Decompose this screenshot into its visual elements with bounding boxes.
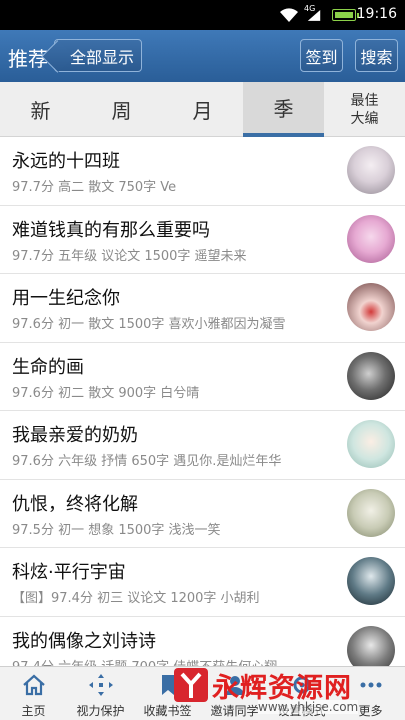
battery-icon xyxy=(332,9,359,21)
nav-bookmarks[interactable]: 收藏书签 xyxy=(134,667,201,720)
article-meta: 97.5分 初一 想象 1500字 浅浅一笑 xyxy=(12,522,221,538)
nav-label: 主页 xyxy=(21,704,46,718)
tab-month[interactable]: 月 xyxy=(162,82,243,137)
wifi-icon xyxy=(280,8,298,22)
status-bar: 4G 19:16 xyxy=(0,0,405,30)
article-title: 难道钱真的有那么重要吗 xyxy=(12,219,210,241)
avatar xyxy=(347,420,395,468)
article-title: 我最亲爱的奶奶 xyxy=(12,425,138,446)
nav-label: 更多 xyxy=(358,704,383,718)
nav-home[interactable]: 主页 xyxy=(0,667,67,720)
list-item[interactable]: 科炫·平行宇宙 【图】97.4分 初三 议论文 1200字 小胡利 xyxy=(0,548,405,617)
nav-label: 视力保护 xyxy=(76,704,125,718)
show-all-label: 全部显示 xyxy=(70,47,135,67)
nav-label: 设置模式 xyxy=(277,704,326,718)
eye-protect-icon xyxy=(88,674,113,696)
article-meta: 97.6分 初二 散文 900字 白兮晴 xyxy=(12,385,200,401)
home-icon xyxy=(22,674,45,696)
avatar xyxy=(347,283,395,331)
nav-label: 收藏书签 xyxy=(143,704,192,718)
avatar xyxy=(347,488,395,537)
nav-eye-protect[interactable]: 视力保护 xyxy=(67,667,134,720)
tab-season[interactable]: 季 xyxy=(243,82,324,137)
article-meta: 97.7分 高二 散文 750字 Ve xyxy=(12,180,177,195)
avatar xyxy=(347,146,395,194)
list-item[interactable]: 生命的画 97.6分 初二 散文 900字 白兮晴 xyxy=(0,343,405,411)
nav-label: 邀请同学 xyxy=(210,704,259,718)
article-meta: 【图】97.4分 初三 议论文 1200字 小胡利 xyxy=(12,591,260,606)
list-item[interactable]: 难道钱真的有那么重要吗 97.7分 五年级 议论文 1500字 遥望未来 xyxy=(0,206,405,274)
bottom-nav: 主页 视力保护 收藏书签 邀请同学 设置模式 更多 xyxy=(0,666,405,720)
more-icon xyxy=(360,682,381,688)
avatar xyxy=(347,351,395,400)
article-meta: 97.6分 六年级 抒情 650字 遇见你.是灿烂年华 xyxy=(12,454,282,469)
article-title: 生命的画 xyxy=(12,356,84,378)
list-item[interactable]: 用一生纪念你 97.6分 初一 散文 1500字 喜欢小雅都因为凝雪 xyxy=(0,274,405,343)
signin-button[interactable]: 签到 xyxy=(300,39,343,72)
signal-icon: 4G xyxy=(304,4,324,24)
article-title: 仇恨，终将化解 xyxy=(12,493,138,515)
tab-week[interactable]: 周 xyxy=(81,82,162,137)
nav-settings-mode[interactable]: 设置模式 xyxy=(268,667,335,720)
list-item[interactable]: 我最亲爱的奶奶 97.6分 六年级 抒情 650字 遇见你.是灿烂年华 xyxy=(0,411,405,480)
article-list: 永远的十四班 97.7分 高二 散文 750字 Ve 难道钱真的有那么重要吗 9… xyxy=(0,137,405,685)
settings-icon xyxy=(293,676,310,694)
article-title: 用一生纪念你 xyxy=(12,288,120,309)
tab-editors-pick[interactable]: 最佳大编 xyxy=(324,82,405,137)
show-all-button[interactable]: 全部显示 xyxy=(54,39,142,72)
nav-invite[interactable]: 邀请同学 xyxy=(201,667,268,720)
nav-more[interactable]: 更多 xyxy=(336,667,405,720)
avatar xyxy=(347,557,395,605)
avatar xyxy=(347,214,395,263)
article-meta: 97.6分 初一 散文 1500字 喜欢小雅都因为凝雪 xyxy=(12,317,286,332)
search-button[interactable]: 搜索 xyxy=(355,39,398,72)
period-tabs: 新 周 月 季 最佳大编 xyxy=(0,82,405,137)
bookmark-icon xyxy=(161,675,174,695)
list-item[interactable]: 永远的十四班 97.7分 高二 散文 750字 Ve xyxy=(0,137,405,206)
clock: 19:16 xyxy=(356,6,397,22)
invite-icon xyxy=(225,676,244,695)
app-header: 推荐 全部显示 签到 搜索 xyxy=(0,30,405,82)
tab-editors-pick-label: 最佳大编 xyxy=(350,92,379,127)
list-item[interactable]: 仇恨，终将化解 97.5分 初一 想象 1500字 浅浅一笑 xyxy=(0,480,405,548)
article-title: 永远的十四班 xyxy=(12,151,120,172)
article-title: 科炫·平行宇宙 xyxy=(12,562,126,583)
article-meta: 97.7分 五年级 议论文 1500字 遥望未来 xyxy=(12,248,247,264)
tab-new[interactable]: 新 xyxy=(0,82,81,137)
article-title: 我的偶像之刘诗诗 xyxy=(12,630,156,652)
